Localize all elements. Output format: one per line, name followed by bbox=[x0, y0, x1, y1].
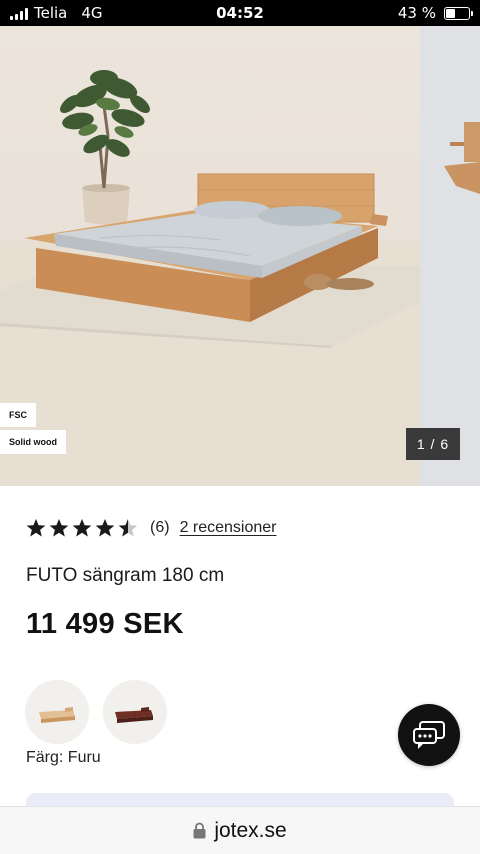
light-pine-bed-icon bbox=[39, 707, 75, 723]
url-text: jotex.se bbox=[214, 818, 287, 842]
star-full-icon bbox=[49, 519, 69, 537]
product-price: 11 499 SEK bbox=[26, 608, 184, 640]
dark-wood-bed-swatch[interactable] bbox=[103, 680, 167, 744]
rating-count: (6) bbox=[150, 519, 170, 536]
product-image-bed[interactable] bbox=[0, 26, 420, 486]
fsc-badge: FSC bbox=[0, 403, 36, 427]
star-half-icon bbox=[118, 519, 138, 537]
dark-wood-bed-icon bbox=[115, 707, 153, 723]
product-rating: (6) 2 recensioner bbox=[26, 518, 277, 538]
image-counter: 1 / 6 bbox=[406, 428, 460, 460]
battery-percent: 43 % bbox=[397, 4, 436, 22]
star-full-icon bbox=[26, 519, 46, 537]
battery-level bbox=[446, 8, 455, 18]
reviews-link[interactable]: 2 recensioner bbox=[180, 519, 277, 537]
battery-icon bbox=[444, 6, 473, 20]
lock-icon bbox=[193, 822, 206, 839]
star-full-icon bbox=[72, 519, 92, 537]
status-right: 43 % bbox=[397, 4, 473, 22]
browser-address-bar[interactable]: jotex.se bbox=[0, 806, 480, 854]
star-rating bbox=[26, 518, 138, 538]
product-image-gallery[interactable]: FSC Solid wood 1 / 6 bbox=[0, 26, 480, 486]
product-title: FUTO sängram 180 cm bbox=[26, 565, 225, 586]
color-label: Färg: Furu bbox=[26, 749, 101, 766]
solid-wood-badge: Solid wood bbox=[0, 430, 66, 454]
star-full-icon bbox=[95, 519, 115, 537]
status-bar: Telia 4G 04:52 43 % bbox=[0, 0, 480, 26]
product-image-next[interactable] bbox=[420, 26, 480, 486]
chat-button[interactable] bbox=[398, 704, 460, 766]
chat-icon bbox=[413, 721, 445, 749]
light-pine-bed-swatch[interactable] bbox=[25, 680, 89, 744]
